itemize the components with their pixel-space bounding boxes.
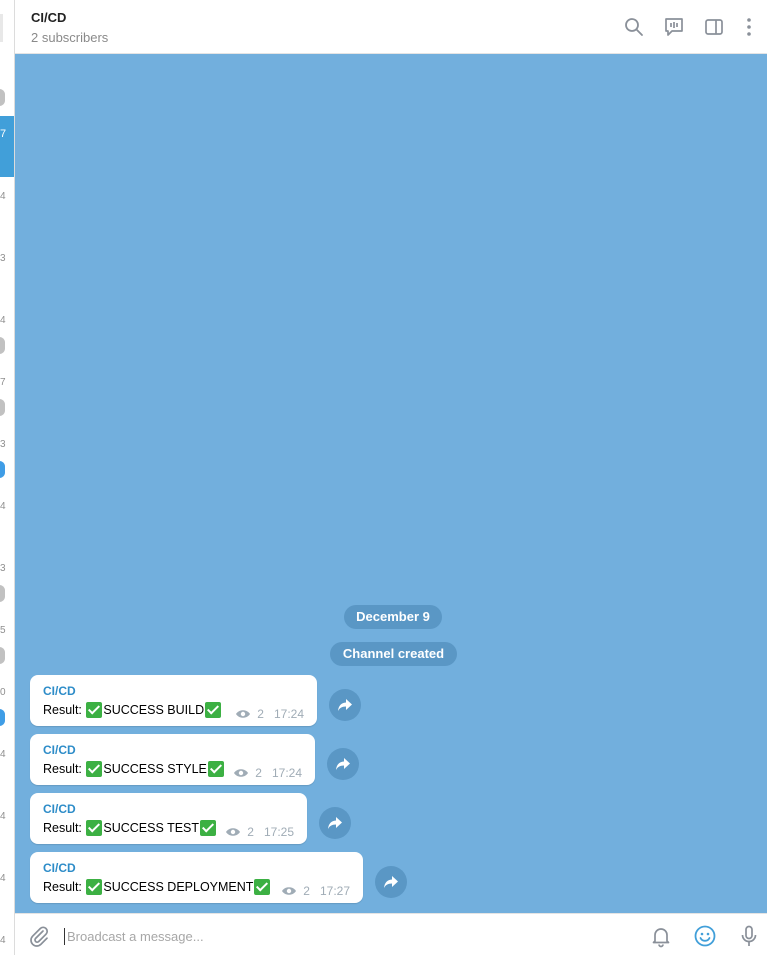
message-time: 17:25 — [263, 825, 294, 839]
message-prefix: Result: — [43, 703, 86, 717]
unread-badge — [0, 89, 5, 106]
message-text: Result: SUCCESS TEST — [43, 820, 217, 836]
view-count: 2 — [257, 707, 264, 721]
channel-title[interactable]: CI/CD — [31, 10, 66, 25]
check-mark-icon — [86, 761, 103, 777]
unread-badge — [0, 461, 5, 478]
message-author[interactable]: CI/CD — [43, 861, 76, 875]
chat-list-time: 7 — [0, 377, 6, 388]
unread-badge — [0, 585, 5, 602]
more-icon[interactable] — [738, 16, 760, 38]
views-icon — [234, 769, 249, 777]
bell-icon[interactable] — [649, 924, 673, 948]
share-button[interactable] — [319, 807, 351, 839]
chat-list-search-edge[interactable] — [0, 14, 3, 42]
chat-list-time: 0 — [0, 687, 6, 698]
message-author[interactable]: CI/CD — [43, 743, 76, 757]
message-bubble[interactable]: CI/CD Result: SUCCESS BUILD 2 17:24 — [30, 675, 317, 726]
check-mark-icon — [86, 879, 103, 895]
message-text: Result: SUCCESS DEPLOYMENT — [43, 879, 271, 895]
message-meta: 2 17:25 — [225, 825, 294, 839]
message-meta: 2 17:24 — [233, 766, 302, 780]
message-bubble[interactable]: CI/CD Result: SUCCESS TEST 2 17:25 — [30, 793, 307, 844]
share-arrow-icon — [328, 817, 342, 829]
share-arrow-icon — [336, 758, 350, 770]
chat-list-time: 5 — [0, 625, 6, 636]
message-status: SUCCESS STYLE — [103, 762, 207, 776]
message-status: SUCCESS DEPLOYMENT — [103, 880, 254, 894]
service-message: Channel created — [330, 642, 457, 666]
view-count: 2 — [255, 766, 262, 780]
message-author[interactable]: CI/CD — [43, 802, 76, 816]
share-arrow-icon — [338, 699, 352, 711]
date-separator: December 9 — [344, 605, 442, 629]
check-mark-icon — [207, 761, 224, 777]
check-mark-icon — [86, 702, 103, 718]
message-prefix: Result: — [43, 762, 86, 776]
emoji-icon[interactable] — [693, 924, 717, 948]
check-mark-icon — [254, 879, 271, 895]
chat-list-item-active[interactable]: 7 — [0, 116, 14, 177]
share-button[interactable] — [375, 866, 407, 898]
subscriber-count[interactable]: 2 subscribers — [31, 30, 108, 45]
chat-list-time: 3 — [0, 563, 6, 574]
attach-icon[interactable] — [27, 924, 51, 948]
check-mark-icon — [200, 820, 217, 836]
chat-list-time: 7 — [0, 128, 7, 140]
share-button[interactable] — [329, 689, 361, 721]
chat-list-time: 3 — [0, 253, 6, 264]
check-mark-icon — [86, 820, 103, 836]
microphone-icon[interactable] — [737, 924, 761, 948]
view-count: 2 — [247, 825, 254, 839]
unread-badge — [0, 709, 5, 726]
message-prefix: Result: — [43, 880, 86, 894]
unread-badge — [0, 647, 5, 664]
unread-badge — [0, 399, 5, 416]
message-author[interactable]: CI/CD — [43, 684, 76, 698]
message-text: Result: SUCCESS STYLE — [43, 761, 225, 777]
message-area[interactable]: December 9 Channel created CI/CD Result:… — [15, 54, 767, 913]
message-meta: 2 17:24 — [235, 707, 304, 721]
search-icon[interactable] — [623, 16, 645, 38]
views-icon — [226, 828, 241, 836]
text-cursor — [64, 928, 65, 945]
message-bubble[interactable]: CI/CD Result: SUCCESS STYLE 2 17:24 — [30, 734, 315, 785]
message-time: 17:27 — [319, 884, 350, 898]
views-icon — [282, 887, 297, 895]
share-arrow-icon — [384, 876, 398, 888]
message-status: SUCCESS BUILD — [103, 703, 205, 717]
views-icon — [236, 710, 251, 718]
message-bubble[interactable]: CI/CD Result: SUCCESS DEPLOYMENT 2 17:27 — [30, 852, 363, 903]
chat-list-time: 4 — [0, 873, 6, 884]
message-status: SUCCESS TEST — [103, 821, 200, 835]
message-input[interactable] — [67, 923, 627, 949]
check-mark-icon — [205, 702, 222, 718]
message-meta: 2 17:27 — [281, 884, 350, 898]
message-time: 17:24 — [273, 707, 304, 721]
message-time: 17:24 — [271, 766, 302, 780]
chat-list-time: 4 — [0, 749, 6, 760]
chat-list-strip: 7 4 3 4 7 3 4 3 5 0 4 4 4 4 — [0, 0, 15, 955]
chat-list-time: 4 — [0, 811, 6, 822]
chat-list-time: 4 — [0, 191, 6, 202]
view-count: 2 — [303, 884, 310, 898]
chat-list-time: 3 — [0, 439, 6, 450]
discussion-icon[interactable] — [663, 16, 685, 38]
chat-list-time: 4 — [0, 315, 6, 326]
chat-list-time: 4 — [0, 501, 6, 512]
message-composer — [15, 913, 767, 955]
message-prefix: Result: — [43, 821, 86, 835]
chat-list-time: 4 — [0, 935, 6, 946]
share-button[interactable] — [327, 748, 359, 780]
sidebar-toggle-icon[interactable] — [703, 16, 725, 38]
unread-badge — [0, 337, 5, 354]
message-text: Result: SUCCESS BUILD — [43, 702, 222, 718]
chat-header: CI/CD 2 subscribers — [15, 0, 767, 54]
